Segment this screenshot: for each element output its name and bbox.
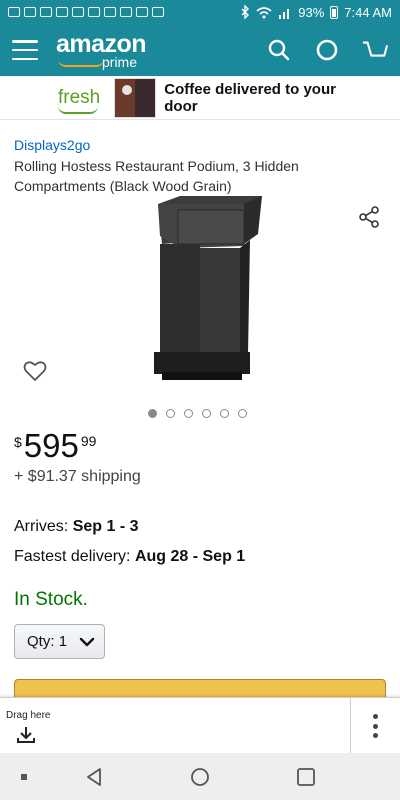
coffee-product-image — [114, 77, 157, 118]
brand-link[interactable]: Displays2go — [14, 137, 90, 153]
overview-icon[interactable] — [296, 767, 316, 787]
menu-icon[interactable] — [12, 40, 38, 60]
fastest-label: Fastest delivery: — [14, 548, 131, 565]
notification-icons — [8, 7, 164, 17]
cart-icon[interactable] — [362, 37, 388, 63]
share-icon[interactable] — [358, 206, 380, 228]
carousel-dot[interactable] — [148, 409, 157, 418]
smile-arrow — [58, 59, 104, 67]
battery-icon — [330, 5, 339, 19]
drag-panel[interactable]: Drag here — [0, 697, 400, 754]
notification-icon — [56, 7, 68, 17]
fastest-delivery-info: Fastest delivery: Aug 28 - Sep 1 — [14, 548, 245, 566]
notification-icon — [40, 7, 52, 17]
recents-dot-icon[interactable] — [20, 773, 28, 781]
carousel-dot[interactable] — [238, 409, 247, 418]
price-currency: $ — [14, 434, 22, 450]
quantity-selector[interactable]: Qty: 1 — [14, 624, 105, 659]
fresh-logo: fresh — [58, 87, 101, 114]
wifi-icon — [256, 6, 272, 18]
home-icon[interactable] — [190, 767, 210, 787]
qty-value: 1 — [58, 633, 68, 650]
fresh-banner-text: Coffee delivered to your door — [164, 80, 336, 115]
product-image[interactable] — [140, 196, 266, 392]
back-icon[interactable] — [84, 767, 104, 787]
fastest-value: Aug 28 - Sep 1 — [134, 548, 246, 565]
carousel-dot[interactable] — [184, 409, 193, 418]
notification-icon — [72, 7, 84, 17]
clock: 7:44 AM — [344, 4, 392, 20]
notification-icon — [104, 7, 116, 17]
status-bar: 93% 7:44 AM — [0, 0, 400, 24]
app-header: amazon prime — [0, 24, 400, 76]
fresh-logo-text: fresh — [58, 87, 101, 108]
price-whole: 595 — [23, 427, 79, 464]
more-options-icon[interactable] — [372, 714, 378, 738]
notification-icon — [136, 7, 148, 17]
arrival-info: Arrives: Sep 1 - 3 — [14, 518, 139, 536]
drag-here-label: Drag here — [6, 710, 51, 721]
carousel-dot[interactable] — [202, 409, 211, 418]
notification-icon — [8, 7, 20, 17]
signal-icon — [279, 8, 290, 19]
download-icon[interactable] — [16, 726, 36, 744]
carousel-dot[interactable] — [166, 409, 175, 418]
chevron-down-icon — [79, 637, 95, 646]
arrives-value: Sep 1 - 3 — [72, 518, 139, 535]
carousel-dot[interactable] — [220, 409, 229, 418]
qty-label: Qty: — [27, 633, 55, 650]
notification-icon — [120, 7, 132, 17]
notification-icon — [88, 7, 100, 17]
shipping-cost: + $91.37 shipping — [14, 468, 141, 485]
divider — [350, 698, 351, 754]
fresh-banner[interactable]: fresh Coffee delivered to your door — [0, 76, 400, 120]
carousel-dots — [148, 409, 247, 418]
notification-icon — [24, 7, 36, 17]
search-icon[interactable] — [266, 37, 292, 63]
product-title: Rolling Hostess Restaurant Podium, 3 Hid… — [14, 158, 299, 194]
notification-icon — [152, 7, 164, 17]
price: $ 595 99 — [14, 428, 96, 464]
stock-status: In Stock. — [14, 589, 88, 610]
amazon-prime-logo[interactable]: amazon prime — [56, 31, 147, 69]
arrives-label: Arrives: — [14, 518, 69, 535]
battery-percent: 93% — [298, 4, 325, 20]
system-nav-bar — [0, 753, 400, 800]
alexa-icon[interactable] — [314, 37, 340, 63]
wishlist-heart-icon[interactable] — [23, 360, 47, 382]
price-fraction: 99 — [80, 433, 97, 449]
fresh-smile — [58, 106, 98, 114]
bluetooth-icon — [241, 5, 250, 19]
